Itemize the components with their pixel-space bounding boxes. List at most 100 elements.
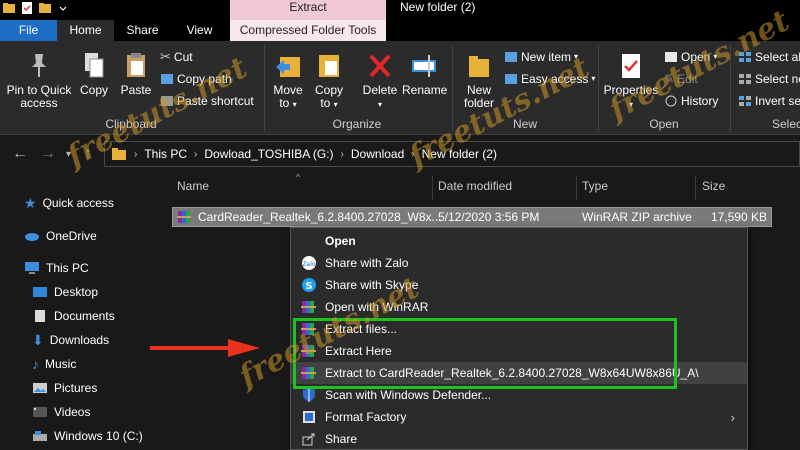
menu-item-label: Format Factory <box>325 410 407 424</box>
folder-icon[interactable] <box>2 1 16 15</box>
pictures-icon <box>33 383 47 393</box>
copy-to-icon <box>319 55 339 77</box>
svg-text:Zalo: Zalo <box>302 261 315 268</box>
column-divider[interactable] <box>695 176 696 200</box>
breadcrumb-this-pc[interactable]: This PC <box>144 147 187 161</box>
window-title: New folder (2) <box>400 0 476 14</box>
copy-to-label: Copy to <box>314 83 343 110</box>
nav-item-label: Pictures <box>54 381 98 395</box>
red-arrow-icon <box>150 339 260 357</box>
chevron-down-icon: ▾ <box>292 100 297 109</box>
quick-access-toolbar <box>2 1 70 15</box>
history-label: History <box>681 94 719 108</box>
pin-to-quick-access-button[interactable]: Pin to Quick access <box>4 51 74 110</box>
breadcrumb-download[interactable]: Download <box>351 147 404 161</box>
nav-item-windows-drive[interactable]: Windows 10 (C:) <box>32 425 143 447</box>
cut-button[interactable]: ✂ Cut <box>160 49 193 65</box>
select-none-button[interactable]: Select no <box>738 71 800 87</box>
menu-item-share-skype[interactable]: S Share with Skype <box>291 274 747 296</box>
paste-button[interactable]: Paste <box>116 51 156 97</box>
nav-item-label: Quick access <box>42 196 114 210</box>
tab-view[interactable]: View <box>171 20 228 41</box>
nav-item-label: Desktop <box>54 285 99 299</box>
paste-label: Paste <box>120 83 152 97</box>
nav-item-downloads[interactable]: ⬇ Downloads <box>32 329 109 351</box>
nav-item-label: Downloads <box>49 333 110 347</box>
copy-to-button[interactable]: Copy to ▾ <box>311 51 347 111</box>
breadcrumb-drive[interactable]: Dowload_TOSHIBA (G:) <box>204 147 333 161</box>
menu-item-label: Open <box>325 234 356 248</box>
skype-icon: S <box>302 278 316 292</box>
back-arrow-icon[interactable]: ← <box>12 145 28 163</box>
download-arrow-icon: ⬇ <box>32 331 44 348</box>
forward-arrow-icon[interactable]: → <box>40 145 56 163</box>
menu-item-share-zalo[interactable]: Zalo Share with Zalo <box>291 252 747 274</box>
rename-label: Rename <box>402 83 448 97</box>
nav-item-pictures[interactable]: Pictures <box>32 377 97 399</box>
pin-label: Pin to Quick access <box>6 83 72 110</box>
nav-item-documents[interactable]: Documents <box>32 305 115 327</box>
column-divider[interactable] <box>432 176 433 200</box>
chevron-down-icon[interactable] <box>56 1 70 15</box>
nav-item-videos[interactable]: Videos <box>32 401 90 423</box>
copy-icon <box>85 53 104 78</box>
copy-path-icon <box>161 74 173 84</box>
chevron-down-icon: ▾ <box>377 100 382 109</box>
nav-item-onedrive[interactable]: OneDrive <box>24 225 97 247</box>
videos-icon <box>33 407 47 417</box>
column-header-size[interactable]: Size <box>702 179 725 193</box>
group-label-organize: Organize <box>332 117 382 131</box>
menu-item-open[interactable]: Open <box>291 230 747 252</box>
properties-icon[interactable] <box>20 1 34 15</box>
nav-item-label: Windows 10 (C:) <box>54 429 143 443</box>
breadcrumb-separator: › <box>340 148 344 160</box>
tab-file[interactable]: File <box>0 20 57 41</box>
tab-compressed-folder-tools[interactable]: Compressed Folder Tools <box>230 20 386 41</box>
file-type: WinRAR ZIP archive <box>582 210 692 224</box>
sort-up-icon: ^ <box>296 172 301 182</box>
blank-icon <box>301 233 317 249</box>
tab-home[interactable]: Home <box>57 20 114 41</box>
nav-item-label: OneDrive <box>46 229 97 243</box>
shield-icon <box>303 388 315 402</box>
invert-selection-button[interactable]: Invert se <box>738 93 800 109</box>
delete-button[interactable]: Delete ▾ <box>360 51 400 111</box>
cloud-icon <box>25 233 39 241</box>
menu-item-label: Scan with Windows Defender... <box>325 388 492 402</box>
column-header-type[interactable]: Type <box>582 179 608 193</box>
menu-item-share[interactable]: Share <box>291 428 747 450</box>
menu-item-format-factory[interactable]: Format Factory › <box>291 406 747 428</box>
paste-icon <box>127 53 145 77</box>
invert-selection-label: Invert se <box>755 94 800 108</box>
menu-item-label: Share <box>325 432 358 446</box>
menu-item-label: Share with Zalo <box>325 256 409 270</box>
navigation-pane: ★ Quick access OneDrive This PC Desktop … <box>0 172 158 450</box>
breadcrumb-separator: › <box>194 148 198 160</box>
scissors-icon: ✂ <box>160 49 171 64</box>
column-header-date[interactable]: Date modified <box>438 179 512 193</box>
desktop-icon <box>33 287 47 297</box>
folder-icon[interactable] <box>38 1 52 15</box>
column-header-name[interactable]: Name <box>177 179 209 193</box>
select-none-label: Select no <box>755 72 800 86</box>
table-row[interactable]: CardReader_Realtek_6.2.8400.27028_W8x...… <box>172 207 772 227</box>
column-divider[interactable] <box>576 176 577 200</box>
tab-share[interactable]: Share <box>114 20 171 41</box>
pin-icon <box>32 54 46 77</box>
drive-icon <box>33 431 47 441</box>
move-to-button[interactable]: Move to ▾ <box>270 51 306 111</box>
rename-button[interactable]: Rename <box>402 51 448 97</box>
nav-item-quick-access[interactable]: ★ Quick access <box>24 192 114 214</box>
title-bar: Extract New folder (2) <box>0 0 800 20</box>
nav-item-this-pc[interactable]: This PC <box>24 257 89 279</box>
nav-item-music[interactable]: ♪ Music <box>32 353 76 375</box>
music-note-icon: ♪ <box>32 356 39 372</box>
delete-label: Delete <box>362 83 398 97</box>
format-factory-icon <box>303 411 315 423</box>
invert-selection-icon <box>739 96 751 106</box>
share-icon <box>302 433 315 446</box>
zalo-icon: Zalo <box>302 256 316 270</box>
rename-icon <box>412 55 436 77</box>
copy-button[interactable]: Copy <box>74 51 114 97</box>
nav-item-desktop[interactable]: Desktop <box>32 281 98 303</box>
